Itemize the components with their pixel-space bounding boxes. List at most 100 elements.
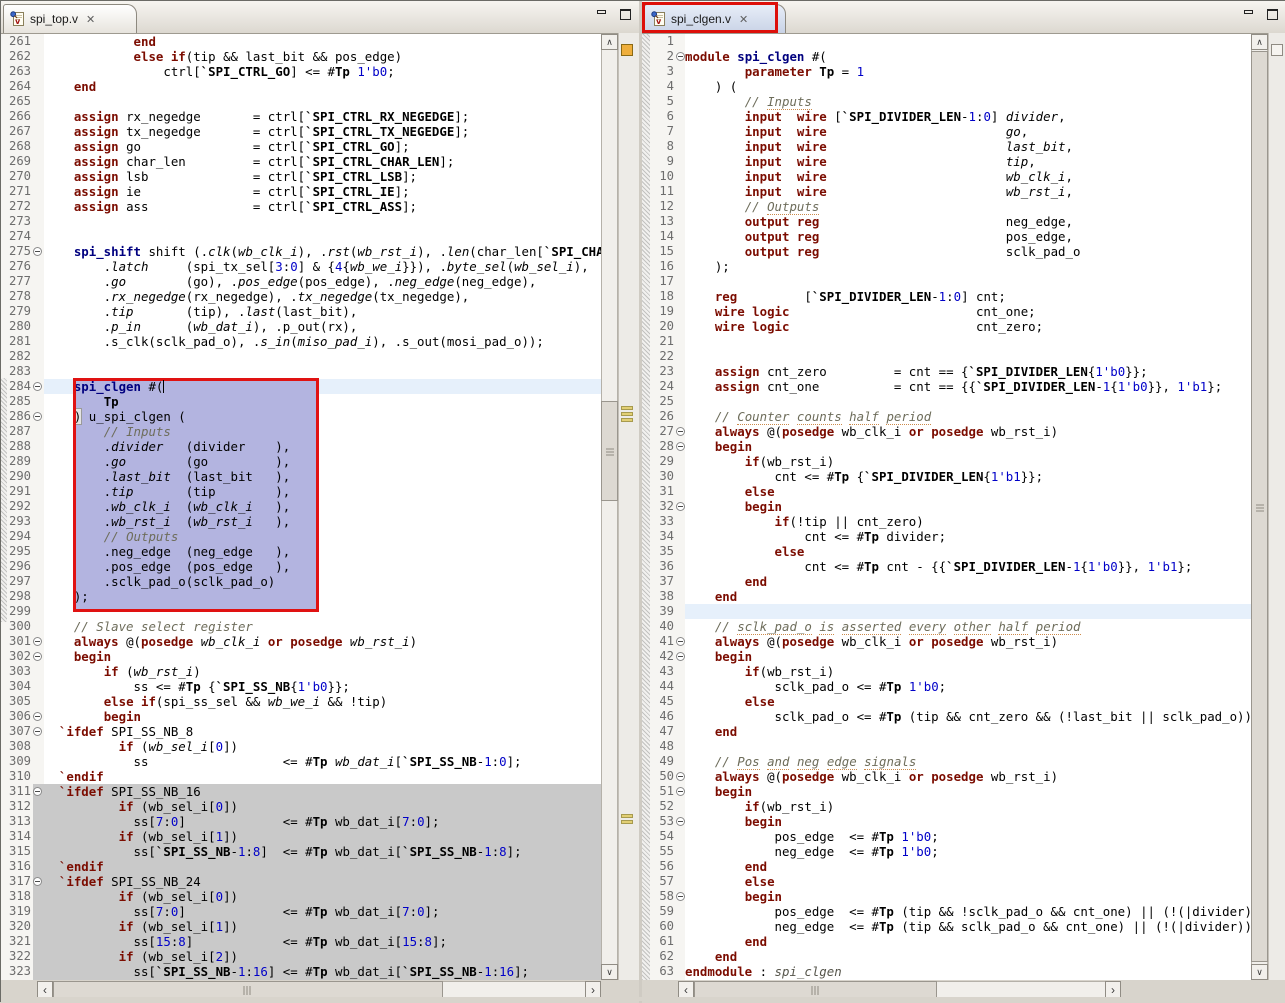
line-number: 294 [5,529,31,544]
fold-collapse-icon[interactable] [676,442,685,451]
code-line: begin [685,649,1251,664]
line-number: 19 [650,304,674,319]
line-number: 8 [650,139,674,154]
code-line: else [685,694,1251,709]
left-tabbar: v spi_top.v ✕ [1,1,639,34]
code-line [685,274,1251,289]
occurrence-marker[interactable] [621,418,633,422]
close-icon[interactable]: ✕ [86,13,95,26]
code-line [685,604,1251,619]
fold-collapse-icon[interactable] [676,637,685,646]
minimize-icon[interactable] [597,10,606,14]
line-number: 296 [5,559,31,574]
code-line: assign go = ctrl[`SPI_CTRL_GO]; [44,139,601,154]
line-number: 30 [650,469,674,484]
code-line: always @(posedge wb_clk_i or posedge wb_… [685,769,1251,784]
line-number: 33 [650,514,674,529]
occurrence-marker[interactable] [621,814,633,818]
code-line: else [685,484,1251,499]
code-lines[interactable]: module spi_clgen #( parameter Tp = 1 ) (… [685,34,1251,980]
line-number: 283 [5,364,31,379]
line-number: 265 [5,94,31,109]
occurrence-marker[interactable] [621,406,633,410]
line-number: 295 [5,544,31,559]
code-line: ); [685,259,1251,274]
code-line: end [685,589,1251,604]
line-number: 5 [650,94,674,109]
line-number: 278 [5,289,31,304]
code-line: .p_in (wb_dat_i), .p_out(rx), [44,319,601,334]
left-editor-area[interactable]: 2612622632642652662672682692702712722732… [1,33,639,1003]
fold-collapse-icon[interactable] [676,772,685,781]
fold-collapse-icon[interactable] [676,427,685,436]
code-line: ss[7:0] <= #Tp wb_dat_i[7:0]; [44,814,601,829]
code-line: wire logic cnt_zero; [685,319,1251,334]
code-line: input wire wb_clk_i, [685,169,1251,184]
line-number: 270 [5,169,31,184]
code-line: assign cnt_one = cnt == {{`SPI_DIVIDER_L… [685,379,1251,394]
fold-collapse-icon[interactable] [33,877,42,886]
fold-collapse-icon[interactable] [676,817,685,826]
occurrence-marker[interactable] [621,412,633,416]
line-number: 41 [650,634,674,649]
line-number: 320 [5,919,31,934]
line-number: 271 [5,184,31,199]
code-line: if(!tip || cnt_zero) [685,514,1251,529]
code-line: begin [685,784,1251,799]
code-line: // Outputs [685,199,1251,214]
line-number: 62 [650,949,674,964]
code-line: else [685,874,1251,889]
code-line: ) ( [685,79,1251,94]
fold-collapse-icon[interactable] [676,892,685,901]
line-number: 315 [5,844,31,859]
line-numbers: 1234567891011121314151617181920212223242… [650,34,674,980]
fold-collapse-icon[interactable] [33,712,42,721]
fold-collapse-icon[interactable] [33,412,42,421]
line-number: 52 [650,799,674,814]
line-number: 309 [5,754,31,769]
verilog-file-icon: v [10,11,25,27]
fold-collapse-icon[interactable] [33,727,42,736]
fold-collapse-icon[interactable] [33,652,42,661]
ide-window: v spi_top.v ✕ 26126226326426526626726826… [0,0,1285,1002]
fold-collapse-icon[interactable] [33,637,42,646]
line-number: 276 [5,259,31,274]
change-ruler [642,34,650,980]
code-line [685,34,1251,49]
code-line: reg [`SPI_DIVIDER_LEN-1:0] cnt; [685,289,1251,304]
vertical-scrollbar-thumb[interactable] [601,401,618,501]
vertical-scrollbar-track[interactable] [601,34,618,980]
fold-collapse-icon[interactable] [676,787,685,796]
scroll-up-button[interactable]: ∧ [1251,34,1268,50]
vertical-scrollbar-thumb[interactable] [1251,51,1268,962]
maximize-icon[interactable] [1267,9,1278,20]
tab-spi-top[interactable]: v spi_top.v ✕ [3,4,137,33]
code-line: begin [685,499,1251,514]
maximize-icon[interactable] [620,9,631,20]
code-highlight-rectangle [73,378,319,612]
scroll-up-button[interactable]: ∧ [601,34,618,50]
line-number: 317 [5,874,31,889]
code-line: if (wb_sel_i[1]) [44,919,601,934]
line-number: 13 [650,214,674,229]
code-line: `endif [44,859,601,874]
scroll-down-button[interactable]: ∨ [601,964,618,980]
line-number: 269 [5,154,31,169]
minimize-icon[interactable] [1244,10,1253,14]
occurrence-marker[interactable] [621,820,633,824]
code-line: // Counter counts half period [685,409,1251,424]
scroll-down-button[interactable]: ∨ [1251,964,1268,980]
fold-collapse-icon[interactable] [33,382,42,391]
fold-collapse-icon[interactable] [676,652,685,661]
code-line: always @(posedge wb_clk_i or posedge wb_… [685,424,1251,439]
line-number: 281 [5,334,31,349]
fold-collapse-icon[interactable] [33,787,42,796]
code-line: ss[`SPI_SS_NB-1:8] <= #Tp wb_dat_i[`SPI_… [44,844,601,859]
fold-collapse-icon[interactable] [676,502,685,511]
fold-collapse-icon[interactable] [676,52,685,61]
code-line: sclk_pad_o <= #Tp 1'b0; [685,679,1251,694]
line-number: 46 [650,709,674,724]
fold-collapse-icon[interactable] [33,247,42,256]
line-number: 55 [650,844,674,859]
right-editor-area[interactable]: 1234567891011121314151617181920212223242… [642,33,1285,1003]
